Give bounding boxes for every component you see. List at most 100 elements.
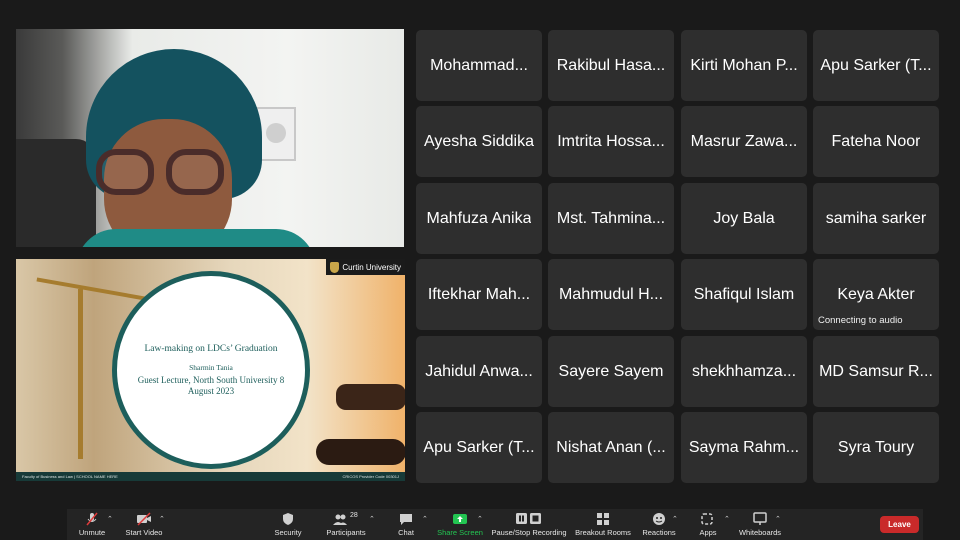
speaker-video-tile[interactable] — [16, 29, 404, 247]
wall-clock — [256, 107, 296, 161]
apps-icon — [700, 512, 716, 526]
scales-icon — [36, 277, 146, 301]
participant-tile[interactable]: shekhhamza... — [681, 336, 807, 407]
participant-name: shekhhamza... — [691, 362, 797, 380]
participants-chevron-icon[interactable]: ⌃ — [369, 515, 375, 523]
video-chevron-icon[interactable]: ⌃ — [159, 515, 165, 523]
participant-tile[interactable]: MD Samsur R... — [813, 336, 939, 407]
participant-name: Mohammad... — [430, 56, 528, 74]
slide-footer-left: Faculty of Business and Law | SCHOOL NAM… — [22, 474, 118, 479]
security-button[interactable]: Security — [272, 509, 304, 540]
shared-screen-slide[interactable]: Curtin University Law-making on LDCs’ Gr… — [16, 259, 405, 481]
unmute-button[interactable]: Unmute — [75, 509, 109, 540]
chair-background — [16, 139, 96, 247]
whiteboards-button[interactable]: Whiteboards — [735, 509, 785, 540]
participants-button[interactable]: 28 Participants — [324, 509, 368, 540]
reactions-label: Reactions — [642, 528, 676, 537]
gavel-base — [316, 439, 405, 465]
participant-name: Nishat Anan (... — [556, 438, 666, 456]
participant-tile[interactable]: Rakibul Hasa... — [548, 30, 674, 101]
share-screen-label: Share Screen — [437, 528, 483, 537]
university-logo: Curtin University — [326, 259, 405, 275]
participant-name: Jahidul Anwa... — [425, 362, 533, 380]
participant-tile[interactable]: Shafiqul Islam — [681, 259, 807, 330]
shield-icon — [330, 261, 340, 273]
participant-tile[interactable]: Sayma Rahm... — [681, 412, 807, 483]
muted-mic-icon — [84, 512, 100, 526]
participant-name: Mahfuza Anika — [426, 209, 532, 227]
participant-tile[interactable]: Joy Bala — [681, 183, 807, 254]
chat-chevron-icon[interactable]: ⌃ — [422, 515, 428, 523]
participant-name: Mst. Tahmina... — [556, 209, 666, 227]
participant-tile[interactable]: Mohammad... — [416, 30, 542, 101]
breakout-rooms-button[interactable]: Breakout Rooms — [573, 509, 633, 540]
slide-subtitle: Guest Lecture, North South University 8 … — [137, 374, 285, 396]
participant-tile[interactable]: Keya Akter Connecting to audio — [813, 259, 939, 330]
participant-name: Rakibul Hasa... — [556, 56, 666, 74]
scales-pole — [78, 289, 83, 459]
participant-tile[interactable]: Mst. Tahmina... — [548, 183, 674, 254]
participant-tile[interactable]: Masrur Zawa... — [681, 106, 807, 177]
participant-name: Syra Toury — [837, 438, 915, 456]
participant-name: Iftekhar Mah... — [427, 285, 531, 303]
participant-tile[interactable]: Apu Sarker (T... — [813, 30, 939, 101]
slide-footer: Faculty of Business and Law | SCHOOL NAM… — [16, 472, 405, 481]
reactions-chevron-icon[interactable]: ⌃ — [672, 515, 678, 523]
video-off-icon — [136, 512, 152, 526]
whiteboards-chevron-icon[interactable]: ⌃ — [775, 515, 781, 523]
slide-title: Law-making on LDCs’ Graduation — [144, 343, 278, 354]
participant-tile[interactable]: Jahidul Anwa... — [416, 336, 542, 407]
participant-tile[interactable]: Mahmudul H... — [548, 259, 674, 330]
reactions-button[interactable]: Reactions — [640, 509, 678, 540]
participants-icon: 28 — [332, 512, 360, 526]
gavel-icon — [336, 384, 405, 410]
brand-label: Curtin University — [342, 262, 401, 272]
share-screen-button[interactable]: Share Screen — [436, 509, 484, 540]
start-video-label: Start Video — [125, 528, 163, 537]
participant-name: Kirti Mohan P... — [690, 56, 798, 74]
participant-tile[interactable]: Syra Toury — [813, 412, 939, 483]
chat-button[interactable]: Chat — [393, 509, 419, 540]
meeting-toolbar: Unmute ⌃ Start Video ⌃ Security 28 Parti… — [67, 509, 923, 540]
participant-tile[interactable]: samiha sarker — [813, 183, 939, 254]
apps-label: Apps — [699, 528, 717, 537]
participant-tile[interactable]: Mahfuza Anika — [416, 183, 542, 254]
slide-title-circle: Law-making on LDCs’ Graduation Sharmin T… — [112, 271, 310, 469]
participant-tile[interactable]: Imtrita Hossa... — [548, 106, 674, 177]
audio-chevron-icon[interactable]: ⌃ — [107, 515, 113, 523]
participant-tile[interactable]: Sayere Sayem — [548, 336, 674, 407]
participant-name: Apu Sarker (T... — [820, 56, 932, 74]
breakout-label: Breakout Rooms — [575, 528, 631, 537]
leave-button[interactable]: Leave — [880, 516, 919, 533]
participant-name: Joy Bala — [713, 209, 775, 227]
chat-icon — [398, 512, 414, 526]
participant-name: Apu Sarker (T... — [423, 438, 535, 456]
share-chevron-icon[interactable]: ⌃ — [477, 515, 483, 523]
whiteboard-icon — [752, 512, 768, 526]
participant-tile[interactable]: Iftekhar Mah... — [416, 259, 542, 330]
connection-status: Connecting to audio — [818, 315, 903, 326]
unmute-label: Unmute — [78, 528, 106, 537]
participant-tile[interactable]: Nishat Anan (... — [548, 412, 674, 483]
apps-chevron-icon[interactable]: ⌃ — [724, 515, 730, 523]
breakout-rooms-icon — [595, 512, 611, 526]
apps-button[interactable]: Apps — [693, 509, 723, 540]
security-label: Security — [274, 528, 302, 537]
slide-author: Sharmin Tania — [189, 362, 233, 372]
participant-tile[interactable]: Apu Sarker (T... — [416, 412, 542, 483]
participant-name: Imtrita Hossa... — [557, 132, 665, 150]
participant-tile[interactable]: Fateha Noor — [813, 106, 939, 177]
chat-label: Chat — [398, 528, 414, 537]
participant-tile[interactable]: Kirti Mohan P... — [681, 30, 807, 101]
participant-name: samiha sarker — [825, 209, 927, 227]
pause-stop-recording-button[interactable]: Pause/Stop Recording — [491, 509, 567, 540]
participant-name: Sayere Sayem — [558, 362, 664, 380]
participant-name: Sayma Rahm... — [688, 438, 800, 456]
start-video-button[interactable]: Start Video — [121, 509, 167, 540]
slide-footer-right: CRICOS Provider Code 00301J — [342, 474, 399, 479]
participant-tile[interactable]: Ayesha Siddika — [416, 106, 542, 177]
speaker-glasses — [86, 149, 236, 199]
participant-name: Masrur Zawa... — [690, 132, 798, 150]
participant-name: Shafiqul Islam — [693, 285, 795, 303]
reactions-icon — [651, 512, 667, 526]
